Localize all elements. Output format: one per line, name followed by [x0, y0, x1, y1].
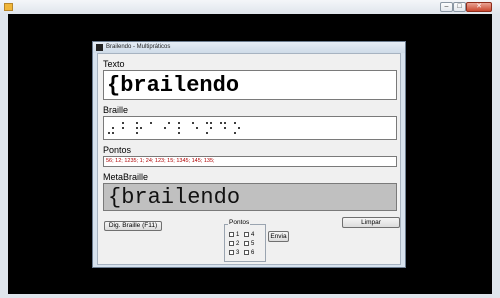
limpar-button[interactable]: Limpar — [342, 217, 400, 228]
pontos-input[interactable]: 56; 12; 1235; 1; 24; 123; 15; 1345; 145;… — [103, 156, 397, 167]
braille-dot — [112, 127, 114, 129]
braille-dot — [210, 127, 212, 129]
braille-label: Braille — [103, 105, 129, 115]
braille-dot — [122, 127, 124, 129]
braille-dot — [224, 122, 226, 124]
braille-dot — [220, 122, 222, 124]
checkbox-ponto-1-label: 1 — [236, 232, 240, 238]
braille-dot — [136, 127, 138, 129]
checkbox-ponto-5-label: 5 — [251, 241, 255, 247]
outer-window-frame-right — [492, 14, 500, 294]
braille-dot — [112, 132, 114, 134]
braille-dot — [178, 122, 180, 124]
window-body: Texto {brailendo Braille Pontos 56; 12; … — [97, 53, 401, 265]
checkbox-ponto-6-label: 6 — [251, 250, 255, 256]
checkbox-ponto-6[interactable] — [244, 250, 249, 255]
braille-dot — [192, 122, 194, 124]
close-button[interactable]: ✕ — [466, 2, 492, 12]
braille-dot — [164, 127, 166, 129]
braille-dot — [238, 127, 240, 129]
braille-dot — [178, 132, 180, 134]
pontos-value: 56; 12; 1235; 1; 24; 123; 15; 1345; 145;… — [106, 158, 215, 164]
checkbox-ponto-2-label: 2 — [236, 241, 240, 247]
braille-dot — [234, 132, 236, 134]
outer-window-frame-bottom — [0, 294, 500, 298]
window-title: Brailendo - Multipráticos — [106, 44, 171, 50]
braille-dot — [140, 127, 142, 129]
checkbox-ponto-2[interactable] — [229, 241, 234, 246]
window-titlebar[interactable]: Brailendo - Multipráticos — [93, 42, 405, 53]
braille-dot — [206, 132, 208, 134]
braille-dot — [234, 122, 236, 124]
dig-braille-button[interactable]: Dig. Braille (F11) — [104, 221, 162, 231]
braille-dot — [136, 122, 138, 124]
braille-dot — [136, 132, 138, 134]
app-icon — [4, 3, 13, 11]
metabraille-value: {brailendo — [108, 185, 241, 210]
texto-input[interactable]: {brailendo — [103, 70, 397, 100]
envia-button[interactable]: Envia — [268, 231, 289, 242]
braille-dot — [108, 132, 110, 134]
braille-dot — [196, 127, 198, 129]
checkbox-ponto-4[interactable] — [244, 232, 249, 237]
braille-input[interactable] — [103, 116, 397, 140]
braille-dot — [206, 122, 208, 124]
braille-app-icon — [96, 44, 103, 51]
minimize-button[interactable]: – — [440, 2, 453, 12]
metabraille-input[interactable]: {brailendo — [103, 183, 397, 211]
pontos-label: Pontos — [103, 145, 132, 155]
checkbox-ponto-3[interactable] — [229, 250, 234, 255]
braille-dot — [224, 127, 226, 129]
checkbox-ponto-1[interactable] — [229, 232, 234, 237]
texto-value: {brailendo — [107, 73, 240, 98]
checkbox-ponto-3-label: 3 — [236, 250, 240, 256]
braille-dot — [178, 127, 180, 129]
checkbox-ponto-5[interactable] — [244, 241, 249, 246]
braille-dot — [150, 122, 152, 124]
outer-window-titlebar[interactable]: – □ ✕ — [0, 0, 500, 15]
brailendo-window: Brailendo - Multipráticos Texto {brailen… — [92, 41, 406, 268]
metabraille-label: MetaBraille — [103, 172, 149, 182]
texto-label: Texto — [103, 59, 125, 69]
braille-dot — [122, 122, 124, 124]
braille-dot — [210, 122, 212, 124]
outer-window-frame-left — [0, 14, 8, 294]
pontos-group-label: Pontos — [228, 219, 251, 227]
checkbox-ponto-4-label: 4 — [251, 232, 255, 238]
braille-dot — [168, 122, 170, 124]
maximize-button[interactable]: □ — [453, 2, 466, 12]
